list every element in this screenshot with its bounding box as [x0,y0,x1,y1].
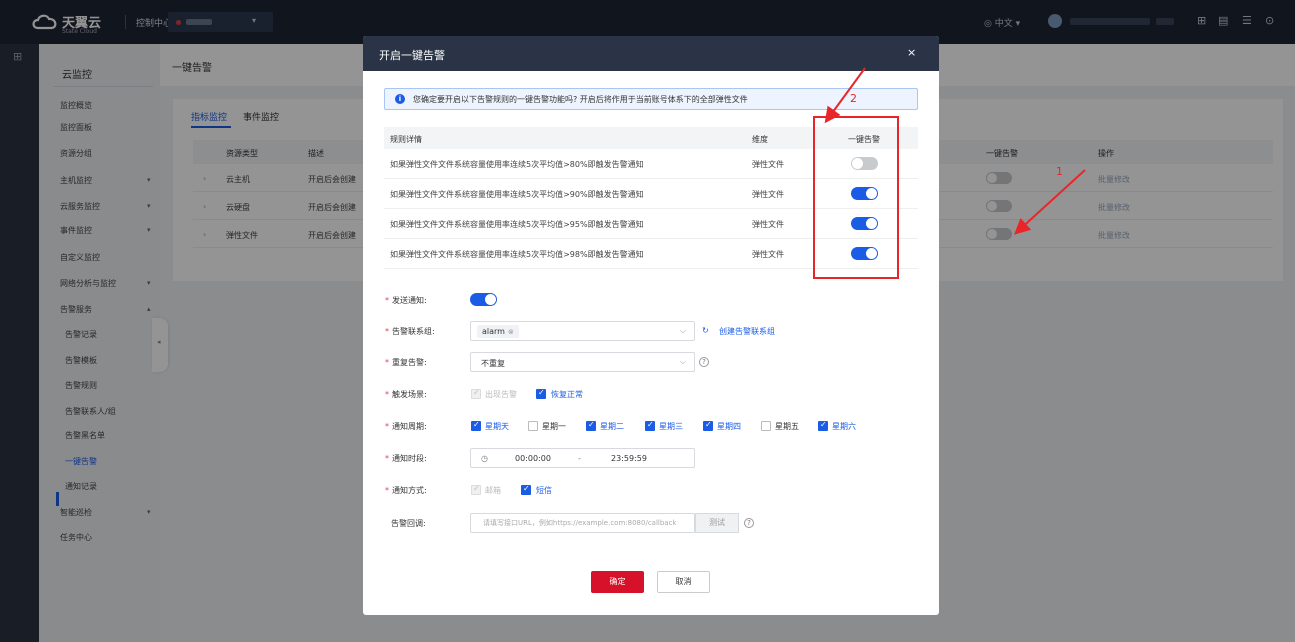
rule-detail: 如果弹性文件文件系统容量使用率连续5次平均值>98%即触发告警通知 [390,250,644,259]
trigger-recover-checkbox[interactable] [536,388,546,399]
confirm-button[interactable]: 确定 [591,571,644,593]
time-end[interactable]: 23:59:59 [611,454,647,463]
time-range-picker[interactable]: ◷ 00:00:00 - 23:59:59 [470,448,695,468]
dialog-header: 开启一键告警 × [363,36,939,71]
create-contact-group-link[interactable]: 创建告警联系组 [719,326,775,337]
rule-detail: 如果弹性文件文件系统容量使用率连续5次平均值>80%即触发告警通知 [390,160,644,169]
callback-label: 告警回调: [391,519,426,528]
callback-url-input[interactable] [471,514,694,532]
weekday-checkbox[interactable] [586,420,596,431]
repeat-alarm-label: * 重复告警: [385,358,427,367]
send-notice-label: * 发送通知: [385,296,427,305]
rule-dimension: 弹性文件 [752,220,784,229]
trigger-alarm-label: 出现告警 [485,390,517,399]
weekday-label[interactable]: 星期二 [600,421,624,432]
method-email-label: 邮箱 [485,486,501,495]
weekday-checkbox[interactable] [528,421,538,431]
annotation-number-2: 2 [850,92,857,105]
rule-detail: 如果弹性文件文件系统容量使用率连续5次平均值>90%即触发告警通知 [390,190,644,199]
info-banner: i 您确定要开启以下告警规则的一键告警功能吗? 开启后将作用于当前账号体系下的全… [384,88,918,110]
cancel-button[interactable]: 取消 [657,571,710,593]
weekday-label[interactable]: 星期六 [832,421,856,432]
close-icon[interactable]: × [907,46,916,59]
weekday-checkbox[interactable] [471,420,481,431]
method-email-checkbox [471,484,481,495]
column-header: 规则详情 [390,135,422,144]
annotation-highlight-box [813,116,899,279]
notice-period-label: * 通知周期: [385,422,427,431]
method-sms-checkbox[interactable] [521,484,531,495]
weekday-label[interactable]: 星期三 [659,421,683,432]
chip-remove-icon[interactable]: ⊗ [508,328,514,336]
repeat-alarm-select[interactable]: 不重复 ⌵ [470,352,695,372]
weekday-label[interactable]: 星期五 [775,421,799,432]
send-notice-toggle[interactable] [470,293,497,306]
trigger-scene-label: * 触发场景: [385,390,427,399]
notice-time-label: * 通知时段: [385,454,427,463]
time-start[interactable]: 00:00:00 [515,454,551,463]
chevron-down-icon: ⌵ [679,326,686,335]
weekday-label[interactable]: 星期一 [542,421,566,432]
weekday-label[interactable]: 星期天 [485,421,509,432]
time-separator: - [578,454,581,463]
notice-method-label: * 通知方式: [385,486,427,495]
test-button[interactable]: 测试 [695,513,739,533]
clock-icon: ◷ [481,454,488,463]
repeat-alarm-value: 不重复 [481,359,505,368]
chevron-down-icon: ⌵ [679,357,686,366]
weekday-checkbox[interactable] [761,421,771,431]
trigger-alarm-checkbox [471,388,481,399]
contact-group-select[interactable]: alarm ⊗ ⌵ [470,321,695,341]
dialog-title: 开启一键告警 [379,49,445,62]
refresh-icon[interactable]: ↻ [702,326,709,335]
rule-dimension: 弹性文件 [752,250,784,259]
rule-detail: 如果弹性文件文件系统容量使用率连续5次平均值>95%即触发告警通知 [390,220,644,229]
info-icon: i [395,94,405,104]
annotation-number-1: 1 [1056,165,1063,178]
contact-group-chip: alarm ⊗ [477,325,519,338]
question-icon[interactable]: ? [699,357,709,367]
column-header: 维度 [752,135,768,144]
weekday-checkbox[interactable] [645,420,655,431]
weekday-checkbox[interactable] [703,420,713,431]
weekday-checkbox[interactable] [818,420,828,431]
rule-dimension: 弹性文件 [752,160,784,169]
info-text: 您确定要开启以下告警规则的一键告警功能吗? 开启后将作用于当前账号体系下的全部弹… [413,95,748,104]
weekday-label[interactable]: 星期四 [717,421,741,432]
rule-dimension: 弹性文件 [752,190,784,199]
callback-url-field[interactable] [470,513,695,533]
method-sms-label[interactable]: 短信 [536,485,552,496]
trigger-recover-label[interactable]: 恢复正常 [551,389,583,400]
question-icon[interactable]: ? [744,518,754,528]
contact-group-label: * 告警联系组: [385,327,435,336]
